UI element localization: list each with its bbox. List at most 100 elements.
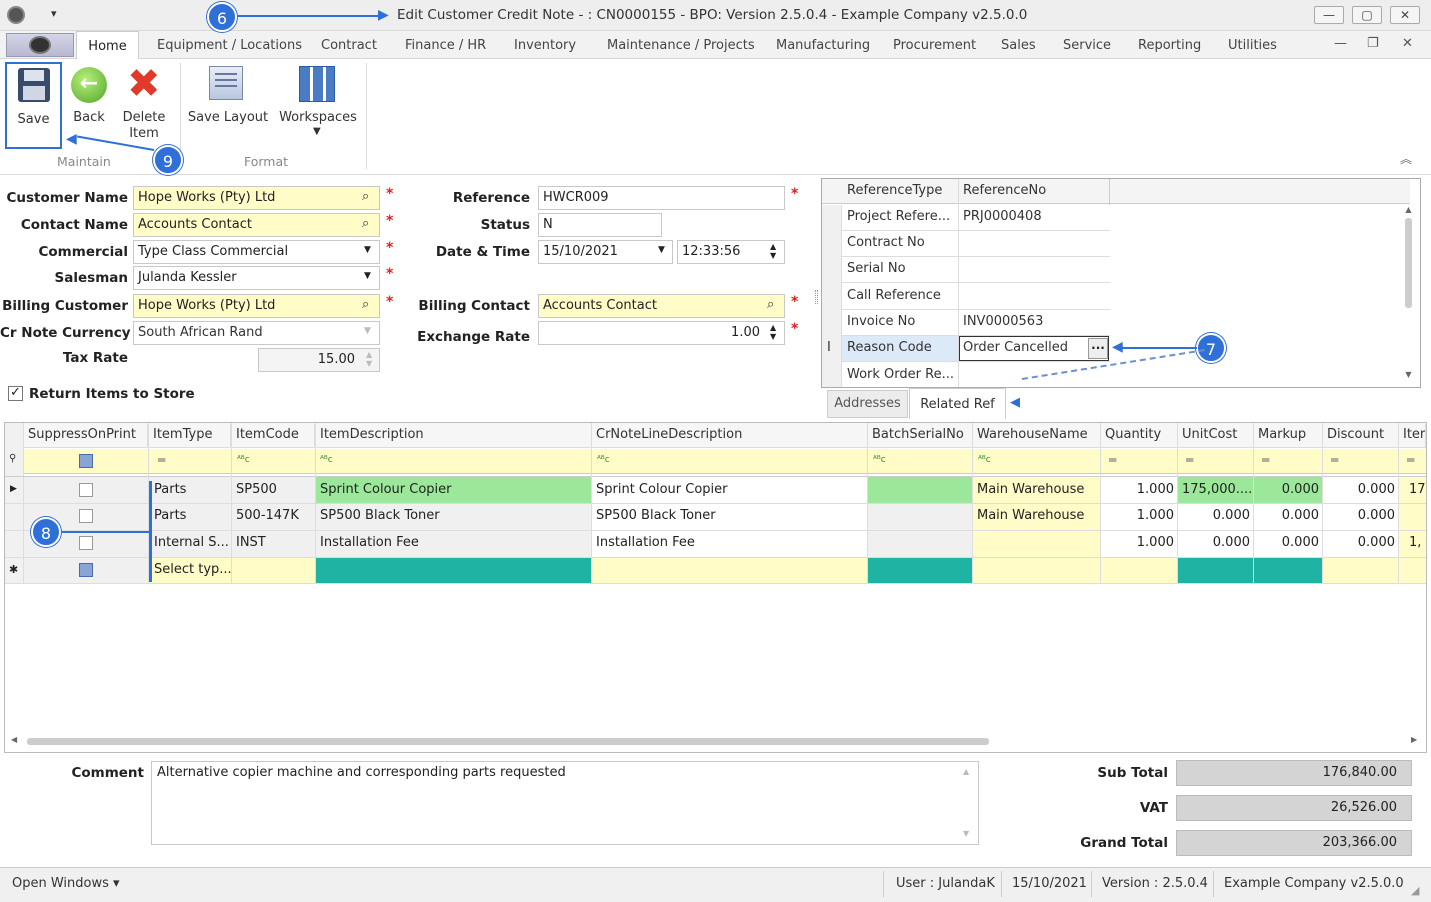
reference-field[interactable]: HWCR009 (538, 186, 785, 210)
ref-col-no[interactable]: ReferenceNo (963, 183, 1046, 198)
batch-cell[interactable] (868, 530, 972, 556)
markup-cell[interactable]: 0.000 (1254, 530, 1323, 556)
tab-utilities[interactable]: Utilities (1228, 38, 1277, 53)
col-warehouse[interactable]: WarehouseName (973, 424, 1101, 448)
delete-item-button[interactable]: ✖ Delete Item (117, 62, 173, 149)
customer-name-field[interactable]: Hope Works (Pty) Ltd (133, 186, 380, 210)
col-itemdesc[interactable]: ItemDescription (316, 424, 592, 448)
item-code-cell[interactable]: INST (232, 530, 315, 556)
search-icon[interactable]: ⌕ (362, 216, 369, 231)
suppress-checkbox[interactable] (79, 483, 93, 497)
ref-type-cell[interactable]: Project Refere... (847, 209, 955, 224)
exchange-rate-field[interactable]: 1.00 (538, 321, 785, 345)
return-items-checkbox[interactable]: ✓ (8, 386, 23, 401)
filter-icon[interactable]: ⚲ (9, 453, 16, 464)
scroll-up-icon[interactable]: ▲ (1401, 205, 1416, 214)
chevron-down-icon[interactable]: ▼ (658, 245, 665, 255)
markup-cell[interactable]: 0.000 (1254, 477, 1323, 503)
discount-cell[interactable]: 0.000 (1323, 503, 1399, 529)
filter-equals-icon[interactable]: ═ (1262, 453, 1269, 467)
col-quantity[interactable]: Quantity (1101, 424, 1178, 448)
scroll-left-icon[interactable]: ◀ (11, 735, 17, 744)
filter-equals-icon[interactable]: ═ (1186, 453, 1193, 467)
maximize-button[interactable]: ▢ (1352, 6, 1382, 24)
crnote-desc-cell[interactable]: Sprint Colour Copier (592, 477, 867, 503)
item-desc-cell[interactable]: Sprint Colour Copier (316, 477, 591, 503)
item-desc-cell[interactable]: Installation Fee (316, 530, 591, 556)
search-icon[interactable]: ⌕ (767, 297, 774, 312)
mdi-minimize-icon[interactable]: — (1334, 36, 1347, 51)
currency-select[interactable]: South African Rand (133, 321, 380, 345)
commercial-select[interactable]: Type Class Commercial (133, 240, 380, 264)
item-type-cell[interactable]: Internal S... (150, 530, 232, 556)
mdi-restore-icon[interactable]: ❐ (1367, 36, 1379, 51)
close-button[interactable]: ✕ (1390, 6, 1420, 24)
ref-type-cell[interactable]: Call Reference (847, 288, 941, 303)
search-icon[interactable]: ⌕ (362, 297, 369, 312)
collapse-ribbon-icon[interactable]: ︽ (1400, 150, 1412, 167)
ref-type-cell[interactable]: Contract No (847, 235, 925, 250)
suppress-checkbox[interactable] (79, 509, 93, 523)
filter-equals-icon[interactable]: ═ (1331, 453, 1338, 467)
markup-cell[interactable]: 0.000 (1254, 503, 1323, 529)
item-type-cell[interactable]: Parts (150, 477, 232, 503)
ref-type-cell[interactable]: Reason Code (847, 340, 932, 355)
tax-rate-field[interactable]: 15.00 (258, 348, 380, 372)
billing-customer-field[interactable]: Hope Works (Pty) Ltd (133, 294, 380, 318)
minimize-button[interactable]: — (1314, 6, 1344, 24)
ref-scrollbar[interactable]: ▲ ▼ (1401, 205, 1416, 385)
comment-textarea[interactable]: Alternative copier machine and correspon… (151, 761, 979, 845)
scroll-down-icon[interactable]: ▼ (1401, 370, 1416, 379)
filter-equals-icon[interactable]: ═ (1407, 453, 1414, 467)
unitcost-cell[interactable]: 0.000 (1178, 503, 1254, 529)
filter-checkbox[interactable] (79, 454, 93, 468)
chevron-down-icon[interactable]: ▼ (364, 245, 371, 255)
tab-finance[interactable]: Finance / HR (405, 38, 486, 53)
ref-type-cell[interactable]: Invoice No (847, 314, 915, 329)
col-suppress[interactable]: SuppressOnPrint (24, 424, 148, 448)
warehouse-cell[interactable] (973, 530, 1100, 556)
col-iter[interactable]: Iter (1399, 424, 1426, 448)
col-batch[interactable]: BatchSerialNo (868, 424, 973, 448)
mdi-close-icon[interactable]: ✕ (1402, 36, 1413, 51)
discount-cell[interactable]: 0.000 (1323, 477, 1399, 503)
warehouse-cell[interactable]: Main Warehouse (973, 477, 1100, 503)
tab-manufacturing[interactable]: Manufacturing (776, 38, 870, 53)
tab-contract[interactable]: Contract (321, 38, 377, 53)
ref-no-cell[interactable]: Order Cancelled (963, 340, 1068, 355)
col-markup[interactable]: Markup (1254, 424, 1323, 448)
quantity-cell[interactable]: 1.000 (1101, 530, 1178, 556)
filter-equals-icon[interactable]: ═ (158, 453, 165, 467)
item-desc-cell[interactable]: SP500 Black Toner (316, 503, 591, 529)
tab-maintenance[interactable]: Maintenance / Projects (607, 38, 755, 53)
tab-reporting[interactable]: Reporting (1138, 38, 1201, 53)
new-row-itemtype[interactable]: Select typ... (150, 557, 232, 583)
filter-text-icon[interactable]: ᴬᴮc (237, 455, 250, 465)
unitcost-cell[interactable]: 0.000 (1178, 530, 1254, 556)
tab-sales[interactable]: Sales (1001, 38, 1036, 53)
scroll-right-icon[interactable]: ▶ (1411, 735, 1417, 744)
time-field[interactable]: 12:33:56 (677, 240, 785, 264)
col-crdesc[interactable]: CrNoteLineDescription (592, 424, 868, 448)
warehouse-cell[interactable]: Main Warehouse (973, 503, 1100, 529)
ref-type-cell[interactable]: Serial No (847, 261, 906, 276)
quick-access-dropdown-icon[interactable]: ▾ (51, 7, 57, 20)
search-icon[interactable]: ⌕ (362, 189, 369, 204)
filter-text-icon[interactable]: ᴬᴮc (320, 455, 333, 465)
tab-procurement[interactable]: Procurement (893, 38, 976, 53)
ref-no-cell[interactable]: PRJ0000408 (963, 209, 1042, 224)
item-code-cell[interactable]: SP500 (232, 477, 315, 503)
col-itemcode[interactable]: ItemCode (232, 424, 315, 448)
chevron-down-icon[interactable]: ▼ (364, 271, 371, 281)
hscroll-thumb[interactable] (27, 738, 989, 745)
spin-icon[interactable]: ▲ ▼ (770, 323, 776, 341)
iter-cell[interactable] (1405, 503, 1427, 529)
status-field[interactable]: N (538, 213, 662, 237)
batch-cell[interactable] (868, 503, 972, 529)
save-button[interactable]: Save (5, 62, 62, 149)
splitter[interactable] (815, 290, 818, 304)
salesman-select[interactable]: Julanda Kessler (133, 266, 380, 290)
lines-hscrollbar[interactable]: ◀ ▶ (5, 734, 1425, 749)
contact-name-field[interactable]: Accounts Contact (133, 213, 380, 237)
quantity-cell[interactable]: 1.000 (1101, 503, 1178, 529)
